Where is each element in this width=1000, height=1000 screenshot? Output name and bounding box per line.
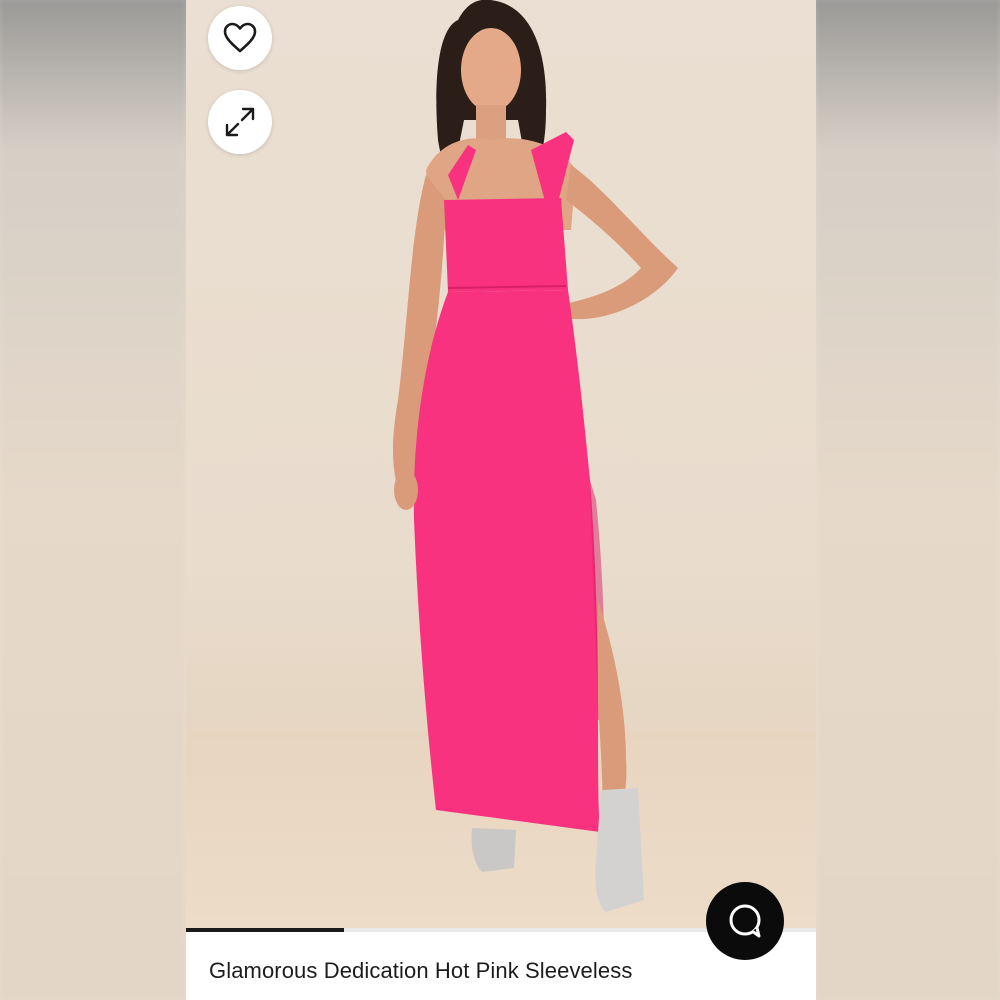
chat-button[interactable] bbox=[706, 882, 784, 960]
product-image[interactable] bbox=[186, 0, 816, 930]
left-backdrop bbox=[0, 0, 186, 1000]
chat-bubble-icon bbox=[729, 904, 761, 938]
product-title: Glamorous Dedication Hot Pink Sleeveless bbox=[209, 958, 633, 983]
favorite-button[interactable] bbox=[208, 6, 272, 70]
product-page: Glamorous Dedication Hot Pink Sleeveless bbox=[186, 0, 816, 1000]
model-illustration bbox=[392, 0, 678, 912]
right-backdrop bbox=[816, 0, 1000, 1000]
expand-arrows-icon bbox=[225, 107, 255, 137]
heart-outline-icon bbox=[223, 22, 257, 53]
expand-button[interactable] bbox=[208, 90, 272, 154]
